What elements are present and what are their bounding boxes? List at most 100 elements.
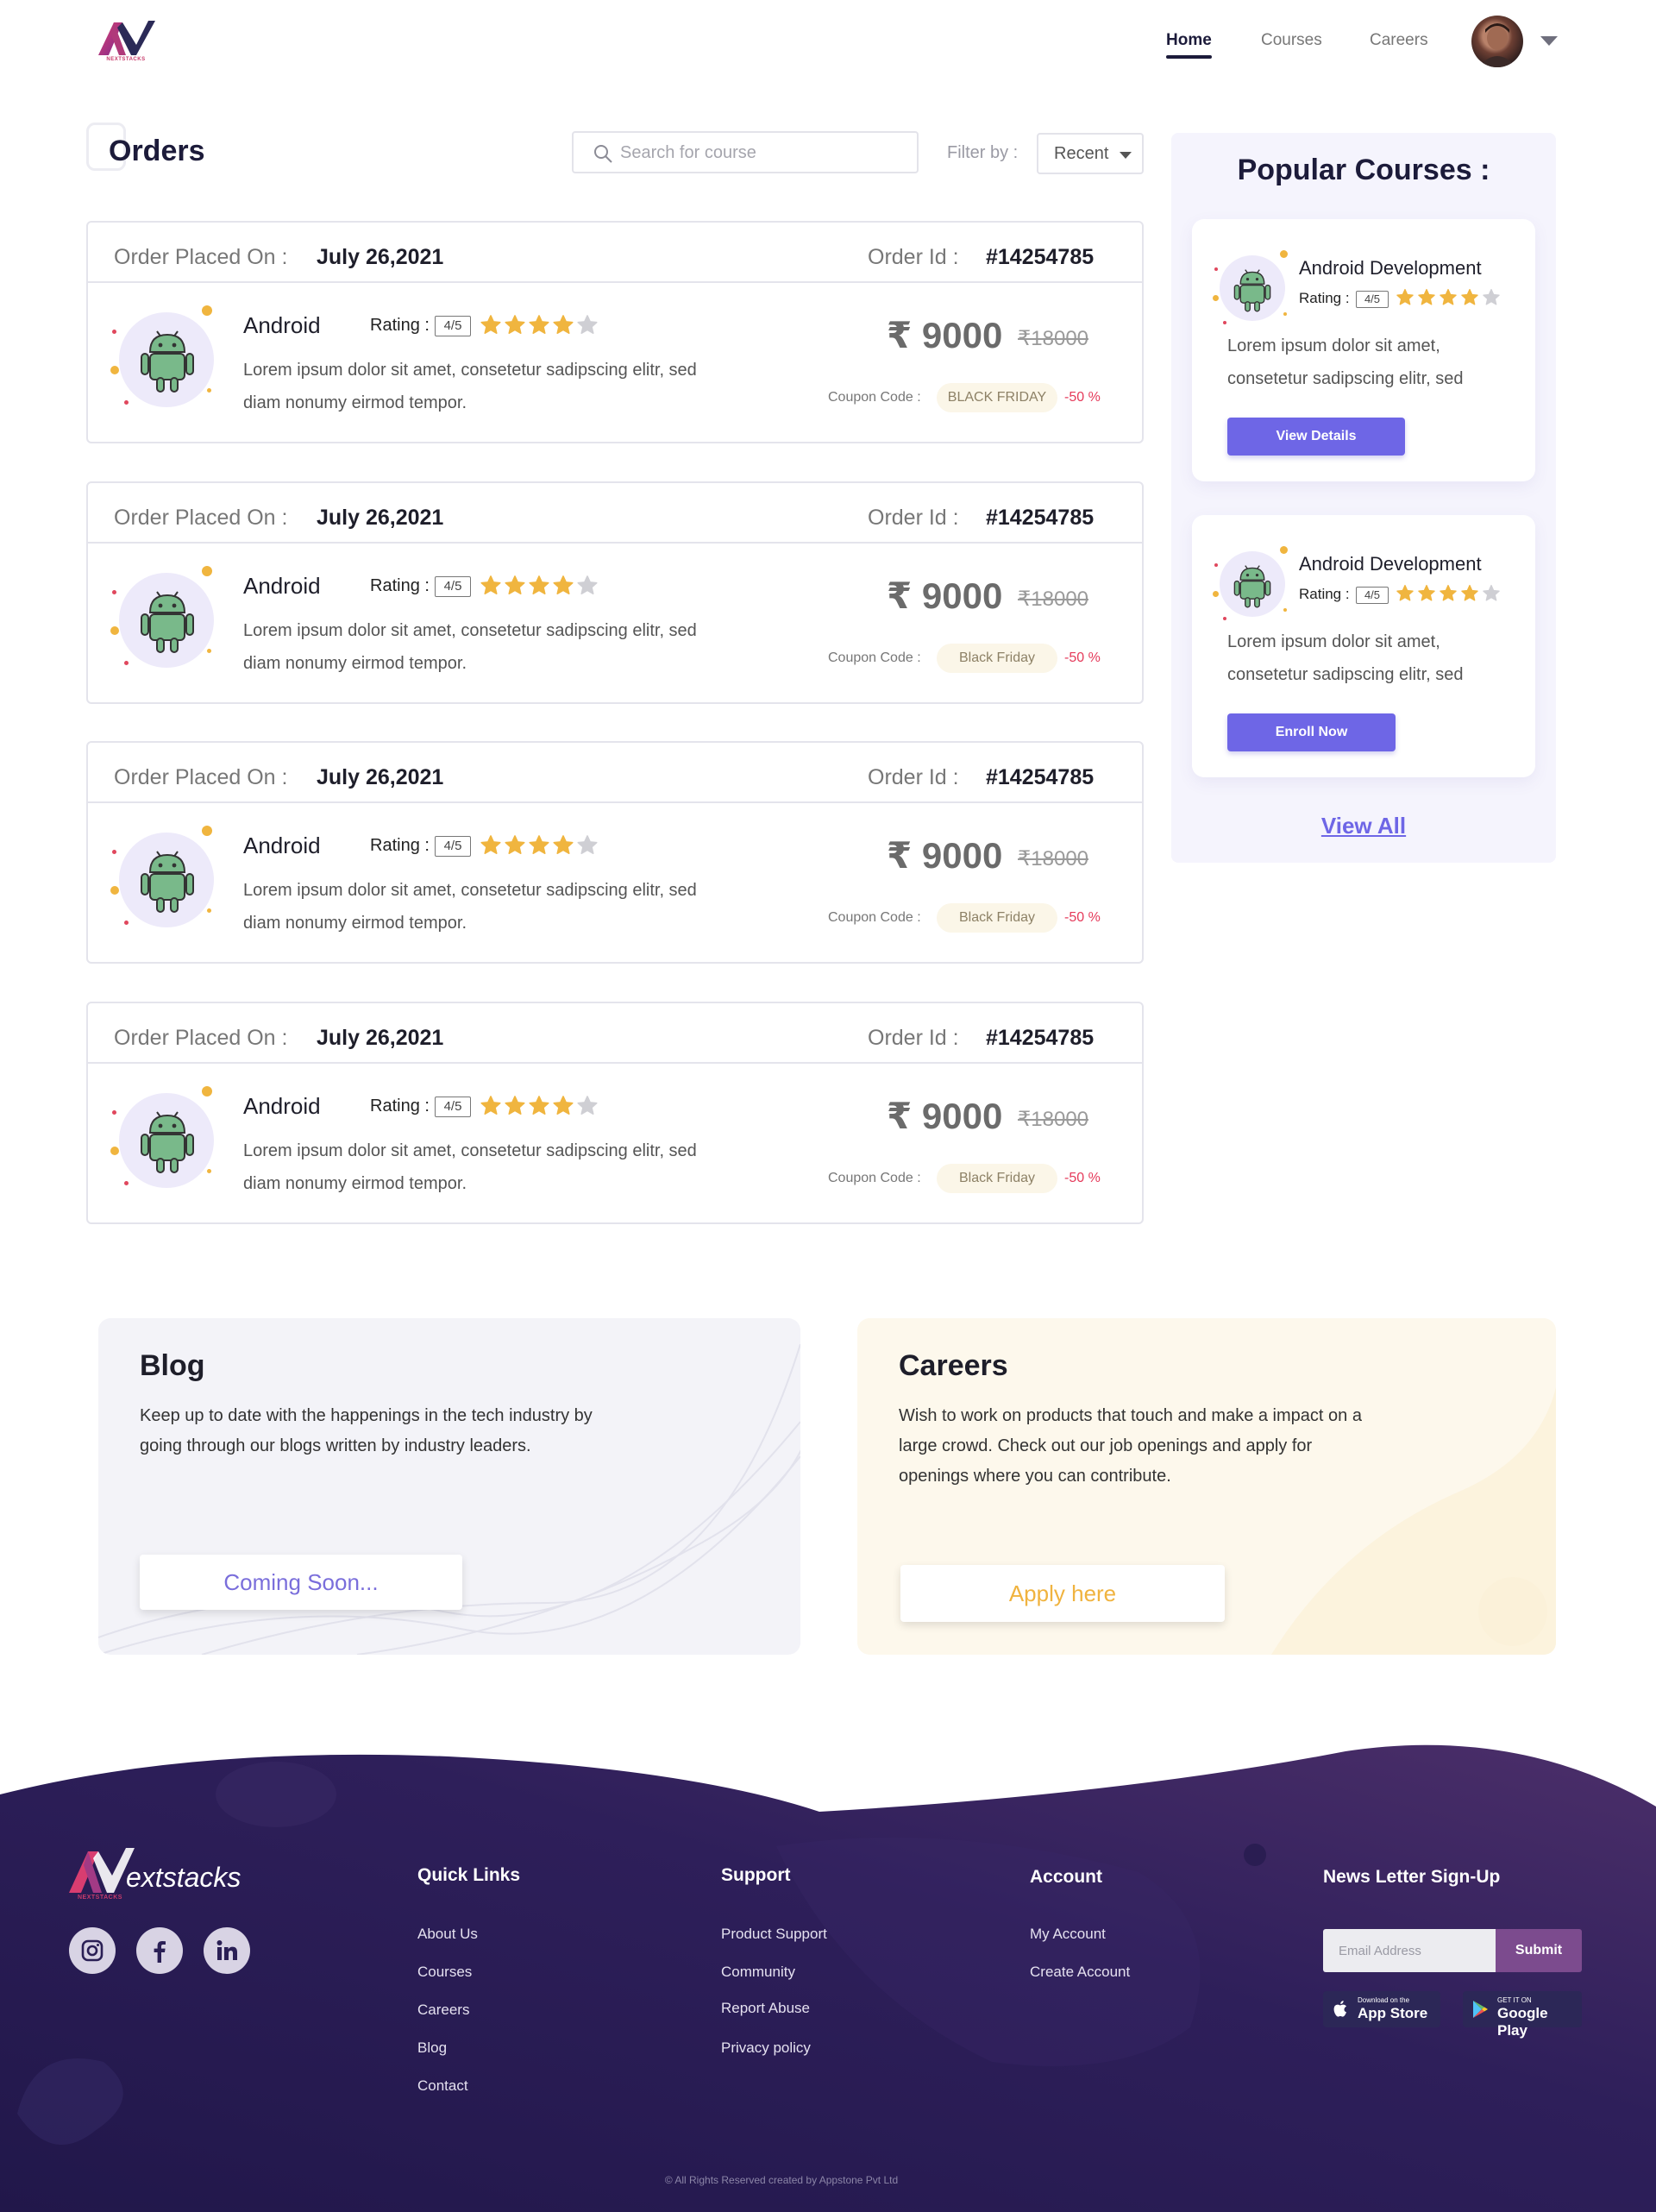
coupon-code-badge: Black Friday [937, 903, 1057, 933]
user-avatar[interactable] [1471, 16, 1523, 67]
footer-link-privacy-policy[interactable]: Privacy policy [721, 2039, 811, 2057]
linkedin-link[interactable] [204, 1927, 250, 1974]
google-play-label: Google Play [1497, 2005, 1548, 2039]
android-icon [141, 851, 194, 913]
android-icon [141, 591, 194, 653]
star-filled-icon [553, 575, 574, 595]
popular-course-name[interactable]: Android Development [1299, 553, 1482, 575]
newsletter-submit-button[interactable]: Submit [1496, 1929, 1582, 1972]
newsletter-title: News Letter Sign-Up [1323, 1867, 1501, 1887]
filter-select[interactable]: Recent [1037, 133, 1144, 174]
coupon-code-label: Coupon Code : [828, 1171, 921, 1185]
facebook-link[interactable] [136, 1927, 183, 1974]
footer-link-about-us[interactable]: About Us [417, 1926, 478, 1943]
view-all-link[interactable]: View All [1171, 813, 1556, 839]
order-course-name[interactable]: Android [243, 1093, 321, 1120]
order-placed-date: July 26,2021 [317, 506, 444, 530]
order-course-name[interactable]: Android [243, 312, 321, 339]
star-filled-icon [553, 1096, 574, 1115]
order-price: ₹ 9000 [887, 835, 1003, 876]
filter-label: Filter by : [947, 143, 1019, 162]
course-thumbnail [110, 826, 221, 933]
footer-link-report-abuse[interactable]: Report Abuse [721, 2000, 810, 2017]
view-details-button[interactable]: View Details [1227, 418, 1405, 456]
star-filled-icon [529, 1096, 549, 1115]
star-filled-icon [553, 315, 574, 335]
star-filled-icon [1418, 584, 1435, 601]
coupon-code-badge: BLACK FRIDAY [937, 383, 1057, 412]
android-icon [141, 1111, 194, 1173]
search-box[interactable] [572, 131, 919, 173]
star-filled-icon [1396, 584, 1414, 601]
google-play-icon [1473, 2001, 1488, 2018]
rating-stars [1396, 288, 1503, 307]
careers-description: Wish to work on products that touch and … [899, 1406, 1362, 1486]
star-filled-icon [1440, 288, 1457, 305]
footer-link-blog[interactable]: Blog [417, 2039, 447, 2057]
app-store-badge[interactable]: Download on the App Store [1323, 1991, 1440, 2027]
search-icon [594, 145, 612, 163]
discount-percent: -50 % [1064, 1171, 1101, 1185]
account-title: Account [1030, 1867, 1102, 1887]
order-course-description: Lorem ipsum dolor sit amet, consetetur s… [243, 1141, 697, 1193]
popular-course-description: Lorem ipsum dolor sit amet, consetetur s… [1227, 632, 1464, 684]
order-original-price: ₹18000 [1018, 588, 1089, 611]
nextstacks-logo[interactable]: NEXTSTACKS [97, 19, 155, 67]
rating-label: Rating : [370, 836, 430, 855]
star-filled-icon [480, 575, 501, 595]
footer-link-create-account[interactable]: Create Account [1030, 1964, 1130, 1981]
order-id: #14254785 [986, 506, 1095, 530]
footer-link-community[interactable]: Community [721, 1964, 795, 1981]
coupon-code-label: Coupon Code : [828, 910, 921, 925]
rating-label: Rating : [370, 1097, 430, 1115]
nav-home[interactable]: Home [1166, 31, 1212, 59]
order-id-label: Order Id : [868, 245, 959, 269]
android-icon [141, 330, 194, 393]
star-filled-icon [480, 835, 501, 855]
order-card: Order Placed On : July 26,2021 Order Id : #… [86, 481, 1144, 704]
footer-link-courses[interactable]: Courses [417, 1964, 472, 1981]
coming-soon-button[interactable]: Coming Soon... [140, 1555, 462, 1610]
popular-course-card: Android Development Rating : 4/5 Lorem ipsu… [1192, 515, 1535, 777]
chevron-down-icon [1120, 152, 1132, 159]
footer-link-my-account[interactable]: My Account [1030, 1926, 1106, 1943]
copyright-text: © All Rights Reserved created by Appston… [664, 2174, 899, 2186]
order-course-description: Lorem ipsum dolor sit amet, consetetur s… [243, 361, 697, 412]
rating-value: 4/5 [1356, 587, 1389, 604]
linkedin-icon [216, 1940, 237, 1960]
blog-card: Blog Keep up to date with the happenings… [98, 1318, 800, 1655]
star-filled-icon [505, 1096, 525, 1115]
course-thumbnail [1213, 546, 1295, 629]
order-placed-label: Order Placed On : [114, 765, 288, 789]
nav-courses[interactable]: Courses [1261, 31, 1322, 50]
order-id-label: Order Id : [868, 506, 959, 530]
profile-dropdown-caret-icon[interactable] [1540, 36, 1558, 46]
footer-link-careers[interactable]: Careers [417, 2001, 469, 2019]
order-course-name[interactable]: Android [243, 573, 321, 600]
footer-brand-name: extstacks [126, 1862, 242, 1893]
order-card-header: Order Placed On : July 26,2021 Order Id : #… [88, 223, 1142, 283]
apply-here-button[interactable]: Apply here [900, 1565, 1225, 1622]
search-input[interactable] [620, 140, 905, 166]
order-card-header: Order Placed On : July 26,2021 Order Id : #… [88, 743, 1142, 803]
star-filled-icon [505, 835, 525, 855]
order-original-price: ₹18000 [1018, 327, 1089, 350]
enroll-now-button[interactable]: Enroll Now [1227, 713, 1396, 751]
rating-value: 4/5 [1356, 291, 1389, 308]
nav-careers[interactable]: Careers [1370, 31, 1428, 50]
order-course-name[interactable]: Android [243, 833, 321, 859]
order-id: #14254785 [986, 765, 1095, 789]
order-id: #14254785 [986, 1026, 1095, 1050]
coupon-code-label: Coupon Code : [828, 650, 921, 665]
popular-course-name[interactable]: Android Development [1299, 257, 1482, 280]
order-id-label: Order Id : [868, 1026, 959, 1050]
app-store-caption: Download on the [1358, 1996, 1410, 2004]
instagram-link[interactable] [69, 1927, 116, 1974]
order-card: Order Placed On : July 26,2021 Order Id : #… [86, 741, 1144, 964]
support-title: Support [721, 1865, 791, 1885]
popular-course-card: Android Development Rating : 4/5 Lorem ipsu… [1192, 219, 1535, 481]
footer-link-contact[interactable]: Contact [417, 2077, 468, 2095]
google-play-badge[interactable]: GET IT ON Google Play [1463, 1991, 1582, 2039]
footer-link-product-support[interactable]: Product Support [721, 1926, 827, 1943]
newsletter-email-input[interactable] [1323, 1929, 1496, 1972]
